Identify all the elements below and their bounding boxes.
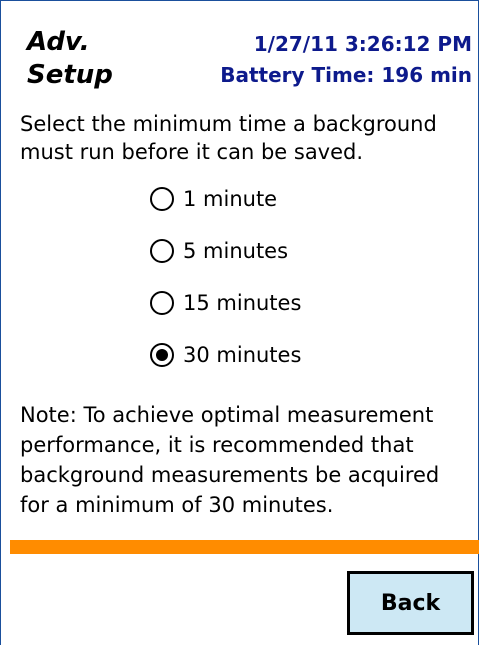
orange-divider xyxy=(10,540,479,554)
radio-option-1-minute[interactable]: 1 minute xyxy=(150,182,301,216)
title-line-2: Setup xyxy=(27,60,113,90)
radio-label: 5 minutes xyxy=(183,239,289,263)
radio-label: 15 minutes xyxy=(183,291,302,315)
battery-time-display: Battery Time: 196 min xyxy=(220,63,472,87)
radio-label: 30 minutes xyxy=(183,343,302,367)
note-text: Note: To achieve optimal measurement per… xyxy=(20,403,440,517)
radio-button-1-minute[interactable] xyxy=(150,187,174,211)
radio-option-30-minutes[interactable]: 30 minutes xyxy=(150,338,301,372)
radio-button-5-minutes[interactable] xyxy=(150,239,174,263)
instruction-text: Select the minimum time a background mus… xyxy=(20,112,437,164)
datetime-display: 1/27/11 3:26:12 PM xyxy=(253,32,472,56)
radio-button-15-minutes[interactable] xyxy=(150,291,174,315)
duration-radio-group: 1 minute 5 minutes 15 minutes 30 minutes xyxy=(150,182,301,390)
title-line-1: Adv. xyxy=(27,27,90,57)
radio-option-5-minutes[interactable]: 5 minutes xyxy=(150,234,301,268)
radio-label: 1 minute xyxy=(183,187,278,211)
radio-option-15-minutes[interactable]: 15 minutes xyxy=(150,286,301,320)
radio-button-30-minutes[interactable] xyxy=(150,343,174,367)
page-title: Adv. Setup xyxy=(27,26,113,92)
back-button[interactable]: Back xyxy=(347,571,474,635)
